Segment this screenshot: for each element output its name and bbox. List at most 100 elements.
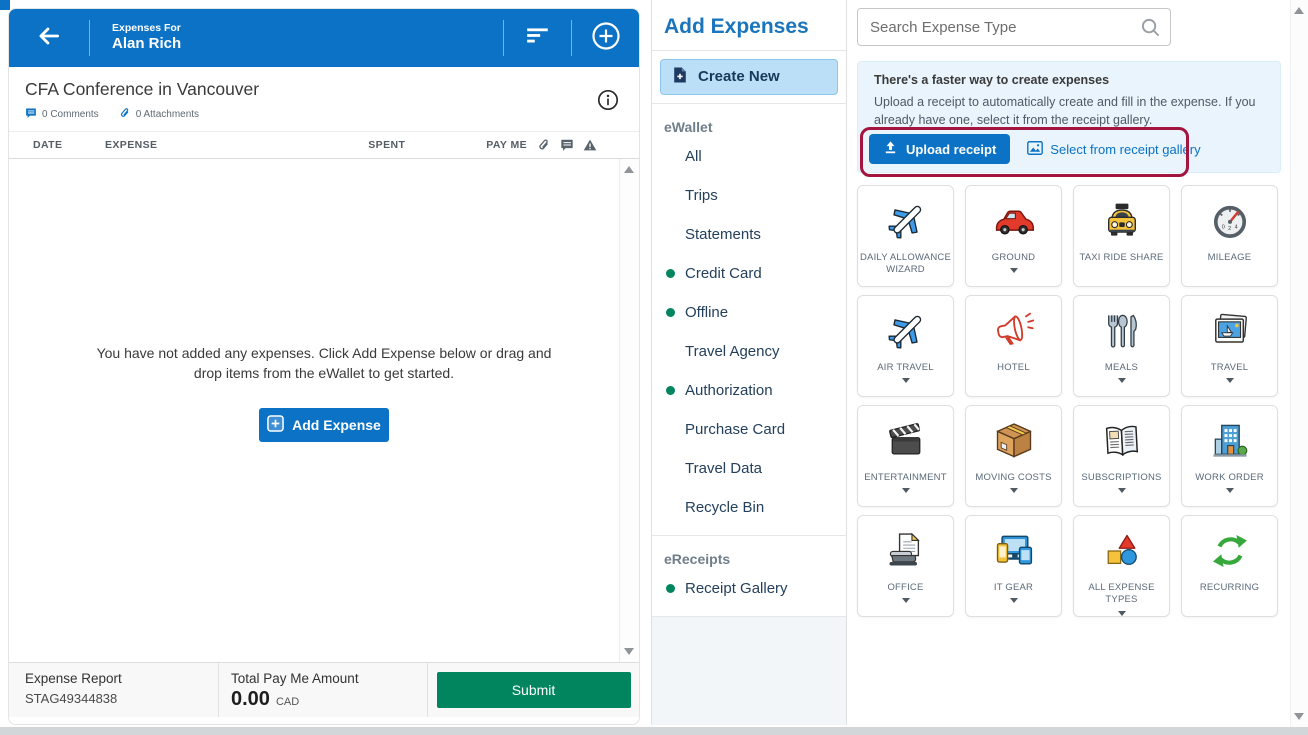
tile-work-order[interactable]: WORK ORDER <box>1181 405 1278 507</box>
tile-ground[interactable]: GROUND <box>965 185 1062 287</box>
page-scrollbar[interactable] <box>1290 0 1308 727</box>
nav-filler <box>652 617 846 725</box>
paperclip-icon <box>119 107 131 122</box>
column-expense[interactable]: EXPENSE <box>105 139 368 151</box>
report-footer: Expense Report STAG49344838 Total Pay Me… <box>9 662 639 717</box>
tile-taxi-ride-share[interactable]: TAXI RIDE SHARE <box>1073 185 1170 287</box>
sidebar-item-trips[interactable]: Trips <box>652 176 846 215</box>
expense-types-panel: There's a faster way to create expenses … <box>848 0 1290 725</box>
comments-count: 0 Comments <box>42 109 99 120</box>
sidebar-item-statements[interactable]: Statements <box>652 215 846 254</box>
select-from-gallery-link[interactable]: Select from receipt gallery <box>1027 141 1200 158</box>
column-spent[interactable]: SPENT <box>368 139 486 151</box>
sidebar-item-all[interactable]: All <box>652 137 846 176</box>
comments-meta[interactable]: 0 Comments <box>25 107 99 122</box>
tile-travel[interactable]: TRAVEL <box>1181 295 1278 397</box>
tile-hotel[interactable]: HOTEL <box>965 295 1062 397</box>
tile-subscriptions[interactable]: SUBSCRIPTIONS <box>1073 405 1170 507</box>
column-payme[interactable]: PAY ME <box>486 139 527 151</box>
attachments-meta[interactable]: 0 Attachments <box>119 107 199 122</box>
tile-label: AIR TRAVEL <box>875 362 936 374</box>
dropdown-caret-icon <box>1118 378 1126 383</box>
devices-icon <box>992 529 1036 573</box>
sidebar-item-label: Travel Agency <box>685 343 780 360</box>
tile-label: TAXI RIDE SHARE <box>1077 252 1165 264</box>
column-date[interactable]: DATE <box>33 139 105 151</box>
dropdown-caret-icon <box>1010 268 1018 273</box>
tile-label: DAILY ALLOWANCE WIZARD <box>858 252 953 277</box>
sort-button[interactable] <box>504 9 571 67</box>
expense-list-area: You have not added any expenses. Click A… <box>9 159 639 662</box>
dropdown-caret-icon <box>1226 378 1234 383</box>
tile-recurring[interactable]: RECURRING <box>1181 515 1278 617</box>
sidebar-item-offline[interactable]: Offline <box>652 293 846 332</box>
scroll-down-icon[interactable] <box>624 648 634 655</box>
select-from-gallery-label: Select from receipt gallery <box>1050 142 1200 157</box>
tile-label: MOVING COSTS <box>973 472 1053 484</box>
search-icon[interactable] <box>1140 17 1161 38</box>
sidebar-item-label: Travel Data <box>685 460 762 477</box>
tile-label: MILEAGE <box>1206 252 1254 264</box>
clapperboard-icon <box>884 419 928 463</box>
paperclip-column-icon[interactable] <box>537 138 551 152</box>
sidebar-item-recycle-bin[interactable]: Recycle Bin <box>652 488 846 527</box>
tile-it-gear[interactable]: IT GEAR <box>965 515 1062 617</box>
report-scrollbar[interactable] <box>619 159 639 662</box>
nav-item-create-new[interactable]: Create New <box>660 59 838 95</box>
footer-submit-section: Submit <box>428 663 639 717</box>
speedometer-icon: 024 <box>1208 199 1252 243</box>
upload-receipt-button[interactable]: Upload receipt <box>869 134 1010 164</box>
add-expenses-panel: Add Expenses Create New eWallet All Trip… <box>651 0 847 725</box>
sidebar-item-label: All <box>685 148 702 165</box>
tile-all-expense-types[interactable]: ALL EXPENSE TYPES <box>1073 515 1170 617</box>
divider <box>652 50 846 51</box>
tile-entertainment[interactable]: ENTERTAINMENT <box>857 405 954 507</box>
comment-column-icon[interactable] <box>560 138 574 152</box>
expense-table-header: DATE EXPENSE SPENT PAY ME <box>9 131 639 159</box>
header-user-name: Alan Rich <box>112 35 503 54</box>
report-info-button[interactable] <box>597 89 619 111</box>
attachments-count: 0 Attachments <box>136 109 199 120</box>
utensils-icon <box>1100 309 1144 353</box>
tile-moving-costs[interactable]: MOVING COSTS <box>965 405 1062 507</box>
sidebar-item-receipt-gallery[interactable]: Receipt Gallery <box>652 569 846 608</box>
info-icon <box>597 98 619 115</box>
sidebar-item-travel-data[interactable]: Travel Data <box>652 449 846 488</box>
search-input[interactable] <box>858 9 1170 45</box>
svg-text:4: 4 <box>1234 224 1237 230</box>
add-report-button[interactable] <box>572 9 639 67</box>
recycle-icon <box>1208 529 1252 573</box>
add-expense-button[interactable]: Add Expense <box>259 408 389 442</box>
banner-body: Upload a receipt to automatically create… <box>874 93 1268 129</box>
footer-total-section: Total Pay Me Amount 0.00 CAD <box>219 663 428 717</box>
dropdown-caret-icon <box>1010 598 1018 603</box>
dropdown-caret-icon <box>1226 488 1234 493</box>
submit-button[interactable]: Submit <box>437 672 631 708</box>
tile-daily-allowance-wizard[interactable]: DAILY ALLOWANCE WIZARD <box>857 185 954 287</box>
scroll-down-icon[interactable] <box>1294 713 1304 720</box>
sidebar-item-purchase-card[interactable]: Purchase Card <box>652 410 846 449</box>
sidebar-item-authorization[interactable]: Authorization <box>652 371 846 410</box>
scroll-up-icon[interactable] <box>624 166 634 173</box>
report-titlebar: CFA Conference in Vancouver 0 Comments 0… <box>9 67 639 131</box>
table-header-icons <box>537 138 597 152</box>
receipt-banner: There's a faster way to create expenses … <box>857 61 1281 173</box>
sidebar-item-credit-card[interactable]: Credit Card <box>652 254 846 293</box>
sidebar-item-travel-agency[interactable]: Travel Agency <box>652 332 846 371</box>
dropdown-caret-icon <box>1118 488 1126 493</box>
sidebar-item-label: Trips <box>685 187 718 204</box>
taxi-icon <box>1100 199 1144 243</box>
report-header: Expenses For Alan Rich <box>9 9 639 67</box>
back-button[interactable] <box>9 9 89 67</box>
tile-meals[interactable]: MEALS <box>1073 295 1170 397</box>
dropdown-caret-icon <box>902 598 910 603</box>
warning-column-icon[interactable] <box>583 138 597 152</box>
footer-pad <box>9 717 639 724</box>
sort-icon <box>525 25 551 52</box>
tile-label: MEALS <box>1103 362 1140 374</box>
tile-air-travel[interactable]: AIR TRAVEL <box>857 295 954 397</box>
scroll-up-icon[interactable] <box>1294 7 1304 14</box>
airplane-icon <box>884 309 928 353</box>
tile-mileage[interactable]: 024 MILEAGE <box>1181 185 1278 287</box>
tile-office[interactable]: OFFICE <box>857 515 954 617</box>
